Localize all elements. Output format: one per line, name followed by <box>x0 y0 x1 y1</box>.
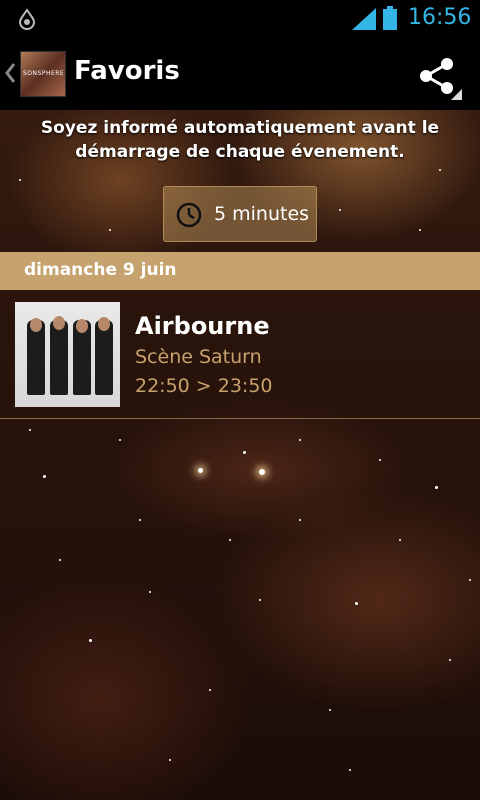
star <box>139 519 141 521</box>
star <box>259 469 265 475</box>
band-photo <box>15 302 120 407</box>
star <box>379 459 381 461</box>
star <box>299 439 301 441</box>
chevron-left-icon[interactable] <box>4 62 16 84</box>
event-list-item[interactable]: Airbourne Scène Saturn 22:50 > 23:50 <box>0 290 480 419</box>
star <box>29 429 31 431</box>
star <box>149 591 151 593</box>
star <box>119 439 121 441</box>
star <box>229 539 231 541</box>
star <box>19 179 21 181</box>
star <box>354 601 358 605</box>
event-stage: Scène Saturn <box>135 346 262 368</box>
app-logo-text: SONSPHERE <box>23 70 65 77</box>
event-time: 22:50 > 23:50 <box>135 375 273 397</box>
star <box>419 229 421 231</box>
star <box>339 209 341 211</box>
star <box>197 467 203 473</box>
star <box>439 169 441 171</box>
reminder-time-label: 5 minutes <box>214 203 310 225</box>
star <box>109 229 111 231</box>
star <box>242 450 246 454</box>
action-bar: SONSPHERE Favoris <box>0 38 480 110</box>
signal-icon <box>352 8 376 30</box>
star <box>329 709 331 711</box>
page-title: Favoris <box>74 56 180 86</box>
status-clock: 16:56 <box>408 5 472 30</box>
star <box>169 759 171 761</box>
share-icon[interactable] <box>418 56 462 100</box>
star <box>299 519 301 521</box>
star <box>88 638 92 642</box>
star <box>469 579 471 581</box>
app-logo[interactable]: SONSPHERE <box>20 51 66 97</box>
star <box>399 539 401 541</box>
date-label: dimanche 9 juin <box>24 260 177 280</box>
event-name: Airbourne <box>135 312 270 340</box>
reminder-time-button[interactable]: 5 minutes <box>163 186 317 242</box>
status-bar: 16:56 <box>0 0 480 38</box>
date-section-header: dimanche 9 juin <box>0 252 480 290</box>
star <box>42 474 46 478</box>
star <box>349 769 351 771</box>
star <box>59 559 61 561</box>
reminder-info-text: Soyez informé automatiquement avant le d… <box>40 118 440 162</box>
clock-icon <box>176 202 202 228</box>
star <box>449 659 451 661</box>
notification-drop-icon <box>18 8 36 30</box>
star <box>209 689 211 691</box>
star <box>259 599 261 601</box>
battery-icon <box>383 6 397 30</box>
star <box>434 485 438 489</box>
